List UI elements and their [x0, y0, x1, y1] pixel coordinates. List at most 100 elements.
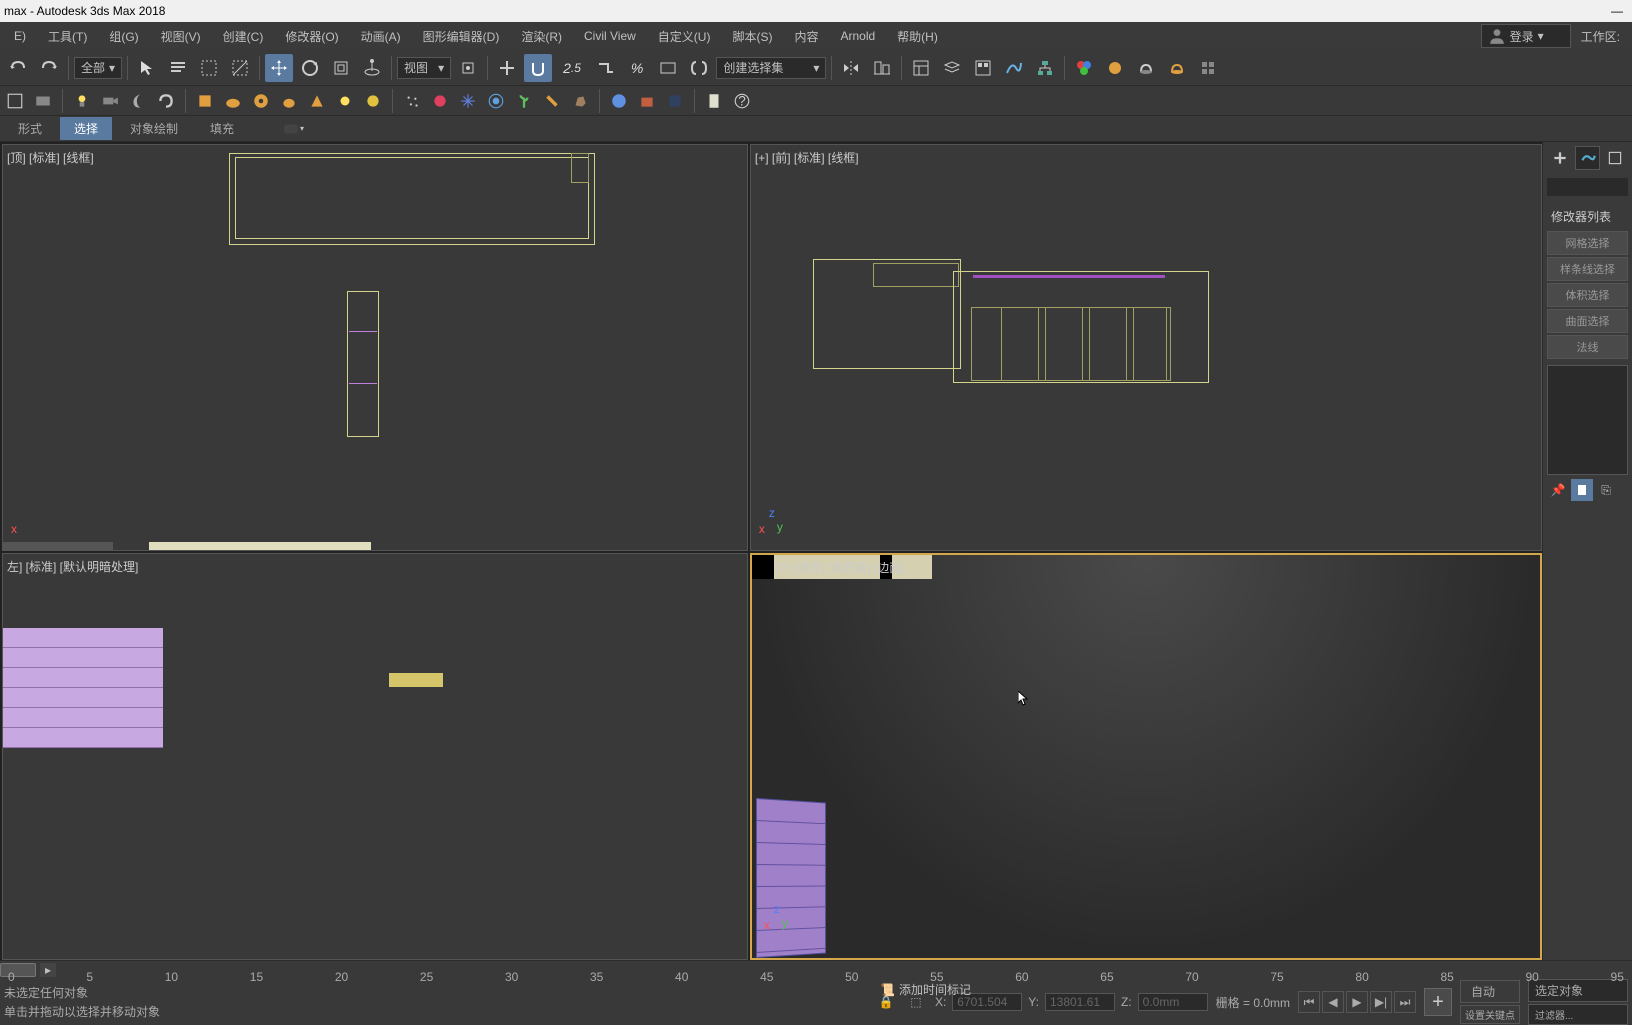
menu-customize[interactable]: 自定义(U)	[648, 24, 721, 49]
script-mini-icon[interactable]: 📜	[880, 983, 895, 997]
rectangular-selection-button[interactable]	[195, 54, 223, 82]
menu-views[interactable]: 视图(V)	[151, 24, 211, 49]
next-frame-button[interactable]: ▶|	[1370, 991, 1392, 1013]
filters-button[interactable]: 过滤器...	[1528, 1004, 1628, 1025]
modifier-stack[interactable]	[1547, 365, 1628, 475]
select-manipulate-button[interactable]	[493, 54, 521, 82]
angle-snap-button[interactable]: 2.5	[555, 54, 589, 82]
modifier-spline-select[interactable]: 样条线选择	[1547, 257, 1628, 281]
viewport-scrollbar[interactable]	[3, 542, 113, 550]
select-scale-button[interactable]	[327, 54, 355, 82]
ribbon-dropdown-icon[interactable]: ▾	[282, 118, 304, 140]
render-production-button[interactable]	[1163, 54, 1191, 82]
select-by-name-button[interactable]	[164, 54, 192, 82]
spacewarp-icon[interactable]	[429, 90, 451, 112]
light-icon[interactable]	[71, 90, 93, 112]
ribbon-tab-form[interactable]: 形式	[4, 117, 56, 140]
refresh-icon[interactable]	[155, 90, 177, 112]
goto-end-button[interactable]: ⏭	[1394, 991, 1416, 1013]
globe-icon[interactable]	[608, 90, 630, 112]
container-icon[interactable]	[636, 90, 658, 112]
mirror-button[interactable]	[837, 54, 865, 82]
script-icon[interactable]	[703, 90, 725, 112]
panel-tab-modify[interactable]	[1575, 146, 1601, 170]
tool-icon-1[interactable]	[4, 90, 26, 112]
viewport-top[interactable]: [顶] [标准] [线框] x	[2, 144, 748, 551]
viewport-persp-label[interactable]: [P] [透视] [高质量] [边面]	[776, 559, 905, 576]
minimize-button[interactable]: —	[1602, 0, 1632, 22]
modifier-list-label[interactable]: 修改器列表	[1547, 204, 1628, 229]
create-sel-set-button[interactable]	[685, 54, 713, 82]
menu-civil-view[interactable]: Civil View	[574, 25, 646, 47]
bone-icon[interactable]	[541, 90, 563, 112]
window-crossing-button[interactable]	[226, 54, 254, 82]
camera-icon[interactable]	[99, 90, 121, 112]
modifier-volume-select[interactable]: 体积选择	[1547, 283, 1628, 307]
add-time-tag-button[interactable]: 添加时间标记	[899, 981, 971, 998]
select-place-button[interactable]	[358, 54, 386, 82]
cone-icon[interactable]	[306, 90, 328, 112]
timeline[interactable]: ▸ 0510 152025 303540 455055 606570 75808…	[0, 960, 1632, 984]
named-sel-sets-dropdown[interactable]: 创建选择集▾	[716, 57, 826, 79]
menu-tools[interactable]: 工具(T)	[38, 24, 97, 49]
ribbon-tab-fill[interactable]: 填充	[196, 117, 248, 140]
curve-editor-button[interactable]	[1000, 54, 1028, 82]
toggle-scene-explorer-button[interactable]	[907, 54, 935, 82]
login-dropdown[interactable]: 登录 ▾	[1481, 24, 1571, 48]
spinner-snap-button[interactable]: %	[623, 54, 651, 82]
menu-arnold[interactable]: Arnold	[830, 25, 885, 47]
plant-icon[interactable]	[513, 90, 535, 112]
sphere-primitive-icon[interactable]	[222, 90, 244, 112]
ribbon-tab-select[interactable]: 选择	[60, 117, 112, 140]
particle-icon[interactable]	[401, 90, 423, 112]
rendered-frame-button[interactable]	[1132, 54, 1160, 82]
modifier-normal[interactable]: 法线	[1547, 335, 1628, 359]
percent-snap-button[interactable]	[592, 54, 620, 82]
ribbon-tab-paint[interactable]: 对象绘制	[116, 117, 192, 140]
sun-icon[interactable]	[334, 90, 356, 112]
select-move-button[interactable]	[265, 54, 293, 82]
goto-start-button[interactable]: ⏮	[1298, 991, 1320, 1013]
menu-animation[interactable]: 动画(A)	[351, 24, 411, 49]
menu-scripting[interactable]: 脚本(S)	[722, 24, 782, 49]
menu-group[interactable]: 组(G)	[99, 24, 148, 49]
viewport-perspective[interactable]: [P] [透视] [高质量] [边面] zyx	[750, 553, 1542, 960]
use-pivot-center-button[interactable]	[454, 54, 482, 82]
align-button[interactable]	[868, 54, 896, 82]
coord-y-input[interactable]: 13801.61	[1045, 993, 1115, 1011]
schematic-view-button[interactable]	[1031, 54, 1059, 82]
select-rotate-button[interactable]	[296, 54, 324, 82]
atmosphere-icon[interactable]	[485, 90, 507, 112]
render-setup-button[interactable]	[1101, 54, 1129, 82]
menu-content[interactable]: 内容	[784, 24, 828, 49]
toggle-ribbon-button[interactable]	[969, 54, 997, 82]
viewport-left[interactable]: 左] [标准] [默认明暗处理]	[2, 553, 748, 960]
menu-edit[interactable]: E)	[4, 25, 36, 47]
selection-filter-dropdown[interactable]: 全部▾	[74, 57, 122, 79]
prev-frame-button[interactable]: ◀	[1322, 991, 1344, 1013]
pin-stack-icon[interactable]: 📌	[1547, 479, 1569, 501]
torus-icon[interactable]	[250, 90, 272, 112]
box-primitive-icon[interactable]	[194, 90, 216, 112]
rock-icon[interactable]	[569, 90, 591, 112]
menu-modifiers[interactable]: 修改器(O)	[275, 24, 348, 49]
reference-coord-dropdown[interactable]: 视图▾	[397, 57, 451, 79]
set-key-big-button[interactable]: +	[1424, 988, 1452, 1016]
moon-icon[interactable]	[127, 90, 149, 112]
redo-button[interactable]	[35, 54, 63, 82]
show-end-result-icon[interactable]	[1571, 479, 1593, 501]
panel-tab-create[interactable]	[1547, 146, 1573, 170]
panel-tab-hierarchy[interactable]	[1602, 146, 1628, 170]
viewport-front[interactable]: [+] [前] [标准] [线框] zyx	[750, 144, 1542, 551]
set-key-button[interactable]: 设置关键点	[1460, 1005, 1520, 1024]
viewport-front-label[interactable]: [+] [前] [标准] [线框]	[755, 149, 859, 166]
make-unique-icon[interactable]: ⎘	[1595, 479, 1617, 501]
timeline-slider[interactable]	[0, 963, 36, 977]
menu-rendering[interactable]: 渲染(R)	[511, 24, 572, 49]
timeline-next-button[interactable]: ▸	[40, 963, 56, 977]
viewport-left-label[interactable]: 左] [标准] [默认明暗处理]	[7, 558, 138, 575]
modifier-surface-select[interactable]: 曲面选择	[1547, 309, 1628, 333]
select-object-button[interactable]	[133, 54, 161, 82]
edit-named-sel-button[interactable]	[654, 54, 682, 82]
workspace-label[interactable]: 工作区:	[1573, 24, 1628, 49]
